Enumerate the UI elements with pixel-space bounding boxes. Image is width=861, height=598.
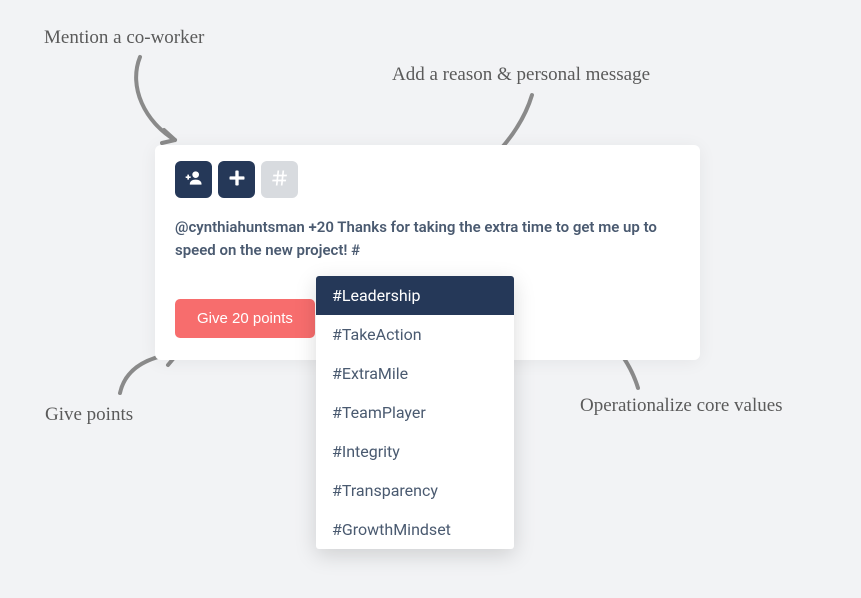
hashtag-dropdown[interactable]: #Leadership #TakeAction #ExtraMile #Team… [316, 276, 514, 549]
hash-button[interactable] [261, 161, 298, 198]
annotation-mention: Mention a co-worker [44, 27, 204, 49]
icon-toolbar [175, 161, 680, 198]
dropdown-item-integrity[interactable]: #Integrity [316, 432, 514, 471]
annotation-give-points: Give points [45, 404, 133, 426]
give-points-button[interactable]: Give 20 points [175, 299, 315, 338]
dropdown-item-growthmindset[interactable]: #GrowthMindset [316, 510, 514, 549]
add-person-icon [184, 168, 204, 192]
add-person-button[interactable] [175, 161, 212, 198]
recognition-message[interactable]: @cynthiahuntsman +20 Thanks for taking t… [175, 216, 675, 263]
arrow-mention [120, 52, 200, 152]
dropdown-item-leadership[interactable]: #Leadership [316, 276, 514, 315]
dropdown-item-teamplayer[interactable]: #TeamPlayer [316, 393, 514, 432]
annotation-reason: Add a reason & personal message [392, 64, 650, 86]
plus-icon [227, 168, 247, 192]
dropdown-item-takeaction[interactable]: #TakeAction [316, 315, 514, 354]
hash-icon [270, 168, 290, 192]
dropdown-item-extramile[interactable]: #ExtraMile [316, 354, 514, 393]
dropdown-item-transparency[interactable]: #Transparency [316, 471, 514, 510]
plus-button[interactable] [218, 161, 255, 198]
